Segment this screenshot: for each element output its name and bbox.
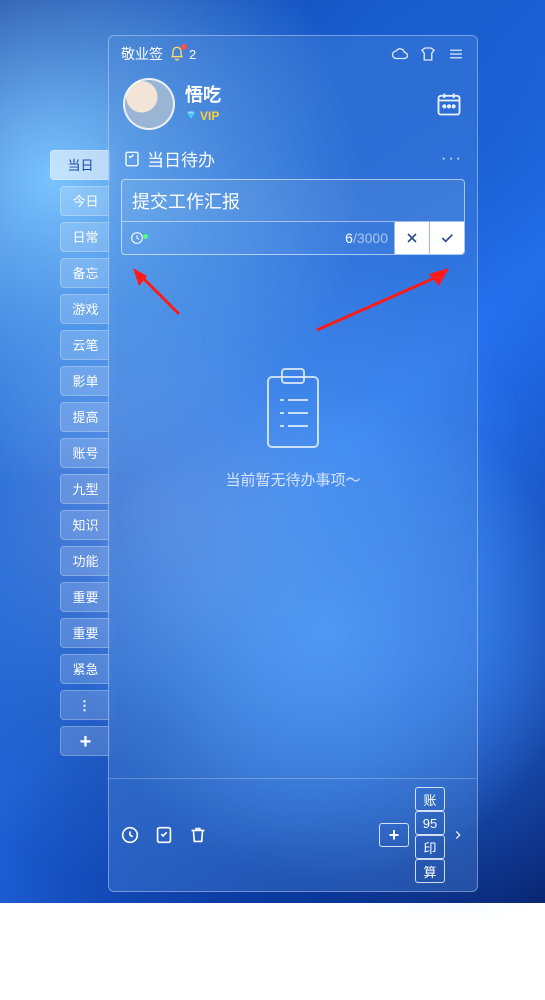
category-tab[interactable]: 紧急	[60, 654, 110, 684]
category-tab[interactable]: 账号	[60, 438, 110, 468]
category-tab[interactable]: 日常	[60, 222, 110, 252]
bottom-chip[interactable]: 账	[415, 787, 445, 811]
category-tabstrip: 当日今日日常备忘游戏云笔影单提高账号九型知识功能重要重要紧急⋮+	[60, 150, 110, 756]
todo-text-input[interactable]	[122, 180, 464, 221]
check-icon	[439, 230, 455, 246]
app-name: 敬业签	[121, 44, 163, 64]
username: 悟吃	[185, 81, 221, 107]
bottom-toolbar: + 账95印算	[109, 778, 477, 891]
reminder-active-dot-icon	[143, 234, 148, 239]
section-title: 当日待办	[147, 146, 215, 171]
clipboard-icon	[258, 365, 328, 455]
category-tab[interactable]: 影单	[60, 366, 110, 396]
avatar[interactable]	[123, 78, 175, 130]
reminder-clock-icon[interactable]	[122, 230, 152, 246]
category-tab-add[interactable]: +	[60, 726, 110, 756]
category-tab[interactable]: 知识	[60, 510, 110, 540]
category-tab-more[interactable]: ⋮	[60, 690, 110, 720]
bottom-chip[interactable]: 算	[415, 859, 445, 883]
section-header: 当日待办 ···	[109, 140, 477, 179]
notification-count: 2	[189, 47, 196, 62]
category-tab[interactable]: 九型	[60, 474, 110, 504]
confirm-button[interactable]	[429, 222, 464, 254]
app-panel: 敬业签 2 悟吃 VIP	[108, 35, 478, 892]
trash-icon[interactable]	[187, 824, 209, 846]
empty-state-text: 当前暂无待办事项～	[225, 469, 360, 490]
empty-state: 当前暂无待办事项～	[109, 255, 477, 778]
category-tab[interactable]: 云笔	[60, 330, 110, 360]
new-todo-card: 6/3000	[121, 179, 465, 255]
add-note-button[interactable]: +	[379, 823, 409, 847]
skin-theme-icon[interactable]	[419, 45, 437, 63]
bottom-chip[interactable]: 印	[415, 835, 445, 859]
x-icon	[404, 230, 420, 246]
bottom-chip[interactable]: 95	[415, 811, 445, 835]
vip-gem-icon	[185, 110, 197, 122]
category-tab[interactable]: 当日	[50, 150, 110, 180]
char-counter: 6/3000	[345, 230, 394, 246]
category-tab[interactable]: 重要	[60, 582, 110, 612]
category-tab[interactable]: 今日	[60, 186, 110, 216]
completed-list-icon[interactable]	[153, 824, 175, 846]
history-clock-icon[interactable]	[119, 824, 141, 846]
vip-badge: VIP	[185, 109, 219, 123]
notification-dot-icon	[181, 44, 187, 50]
chevron-right-icon[interactable]	[449, 824, 467, 846]
cancel-button[interactable]	[394, 222, 429, 254]
category-tab[interactable]: 备忘	[60, 258, 110, 288]
cloud-sync-icon[interactable]	[391, 45, 409, 63]
section-more-icon[interactable]: ···	[441, 150, 463, 168]
category-tab[interactable]: 重要	[60, 618, 110, 648]
todo-list-icon	[123, 150, 141, 168]
category-tab[interactable]: 提高	[60, 402, 110, 432]
input-toolbar: 6/3000	[122, 221, 464, 254]
menu-icon[interactable]	[447, 45, 465, 63]
user-row: 悟吃 VIP	[109, 72, 477, 140]
category-tab[interactable]: 游戏	[60, 294, 110, 324]
category-tab[interactable]: 功能	[60, 546, 110, 576]
notification-bell-icon[interactable]	[169, 46, 185, 62]
titlebar: 敬业签 2	[109, 36, 477, 72]
calendar-icon[interactable]	[435, 90, 463, 118]
